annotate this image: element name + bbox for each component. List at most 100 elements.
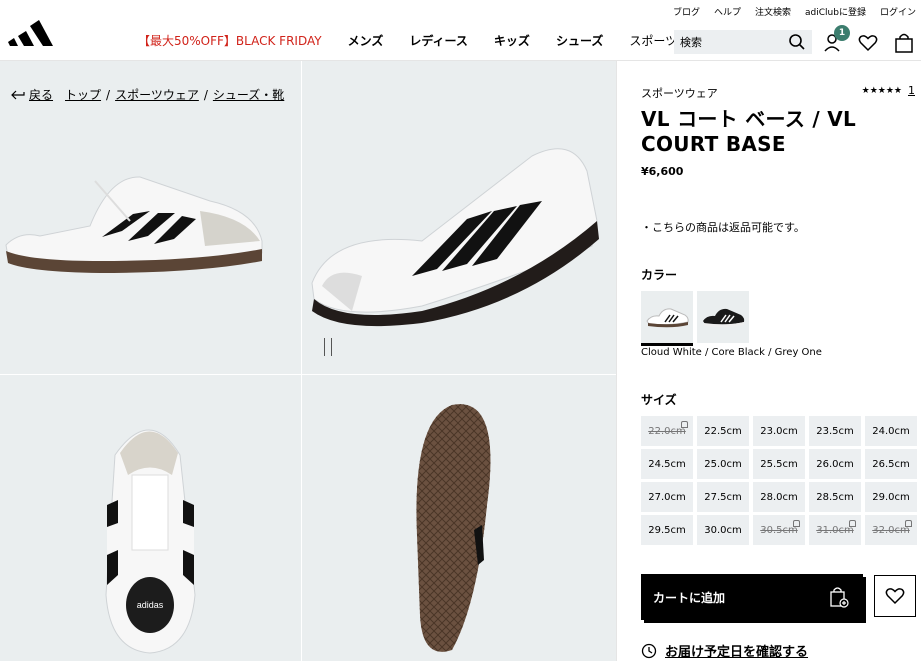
size-option-label: 26.0cm	[816, 458, 854, 470]
add-to-wishlist-button[interactable]	[874, 575, 916, 617]
size-option[interactable]: 31.0cm	[809, 515, 861, 545]
utility-links: ブログ ヘルプ 注文検索 adiClubに登録 ログイン	[673, 5, 916, 18]
nav-item-shoes[interactable]: シューズ	[556, 32, 603, 49]
nav-item-kids[interactable]: キッズ	[494, 32, 530, 49]
size-option-label: 28.5cm	[816, 491, 854, 503]
util-link-adiclub[interactable]: adiClubに登録	[805, 5, 866, 18]
size-option[interactable]: 22.0cm	[641, 416, 693, 446]
size-option[interactable]: 26.5cm	[865, 449, 917, 479]
size-option-label: 22.5cm	[704, 425, 742, 437]
back-label: 戻る	[29, 88, 54, 102]
size-option[interactable]: 29.5cm	[641, 515, 693, 545]
breadcrumb-separator: /	[106, 87, 111, 102]
size-option-label: 26.5cm	[872, 458, 910, 470]
size-option[interactable]: 22.5cm	[697, 416, 749, 446]
nav-item-ladies[interactable]: レディース	[409, 32, 468, 49]
size-option[interactable]: 30.0cm	[697, 515, 749, 545]
product-category[interactable]: スポーツウェア	[641, 85, 718, 101]
notify-icon	[793, 520, 800, 527]
size-option[interactable]: 28.5cm	[809, 482, 861, 512]
size-option-label: 29.5cm	[648, 524, 686, 536]
size-option[interactable]: 29.0cm	[865, 482, 917, 512]
notify-icon	[681, 421, 688, 428]
svg-text:adidas: adidas	[137, 600, 164, 610]
back-link[interactable]: 戻る	[10, 86, 53, 103]
shoe-side-image	[5, 176, 263, 273]
shoe-angle-image	[311, 148, 599, 327]
color-swatch-white[interactable]	[641, 291, 693, 346]
size-option[interactable]: 24.5cm	[641, 449, 693, 479]
size-label: サイズ	[641, 393, 677, 407]
color-name: Cloud White / Core Black / Grey One	[641, 347, 822, 358]
search-input[interactable]	[680, 35, 780, 49]
size-grid: 22.0cm 22.5cm 23.0cm 23.5cm 24.0cm 24.5cm 25.0…	[641, 416, 917, 545]
notify-icon	[849, 520, 856, 527]
size-option[interactable]: 24.0cm	[865, 416, 917, 446]
product-image-side[interactable]	[0, 61, 301, 374]
size-option[interactable]: 23.0cm	[753, 416, 805, 446]
size-option-label: 23.5cm	[816, 425, 854, 437]
add-to-bag-icon	[830, 587, 849, 608]
size-option-label: 27.5cm	[704, 491, 742, 503]
color-swatch-black[interactable]	[697, 291, 749, 343]
product-image-angle[interactable]	[302, 61, 616, 374]
adidas-logo-icon[interactable]	[6, 16, 54, 48]
add-to-cart-button[interactable]: カートに追加	[641, 574, 863, 620]
size-option[interactable]: 28.0cm	[753, 482, 805, 512]
size-option-label: 25.5cm	[760, 458, 798, 470]
product-image-sole[interactable]	[302, 375, 616, 661]
color-label: カラー	[641, 268, 678, 282]
size-option[interactable]: 23.5cm	[809, 416, 861, 446]
cart-count-badge: 1	[834, 25, 850, 41]
product-info-panel: スポーツウェア ★★★★★ 1 VL コート ベース / VL COURT BA…	[616, 61, 921, 661]
review-count[interactable]: 1	[908, 84, 915, 97]
return-notice: ・こちらの商品は返品可能です。	[641, 221, 805, 234]
size-option-label: 30.0cm	[704, 524, 742, 536]
size-option[interactable]: 25.0cm	[697, 449, 749, 479]
search-icon[interactable]	[788, 33, 806, 51]
size-option[interactable]: 27.0cm	[641, 482, 693, 512]
delivery-date-label: お届け予定日を確認する	[665, 645, 809, 660]
product-image-gallery: adidas	[0, 61, 616, 661]
nav-item-mens[interactable]: メンズ	[348, 32, 384, 49]
shoe-sole-image	[416, 404, 491, 652]
breadcrumb-separator: /	[203, 87, 208, 102]
black-shoe-thumbnail	[703, 308, 745, 328]
size-option[interactable]: 26.0cm	[809, 449, 861, 479]
rating-stars: ★★★★★	[861, 85, 902, 96]
shoe-top-image: adidas	[105, 429, 196, 654]
heart-icon	[885, 588, 905, 605]
product-price: ¥6,600	[641, 165, 684, 178]
breadcrumb-item-shoes[interactable]: シューズ・靴	[213, 86, 284, 103]
nav-promo-black-friday[interactable]: 【最大50%OFF】BLACK FRIDAY	[138, 32, 322, 49]
util-link-login[interactable]: ログイン	[880, 5, 916, 18]
back-arrow-icon	[11, 90, 25, 99]
breadcrumb-item-top[interactable]: トップ	[65, 86, 101, 103]
size-option-label: 24.5cm	[648, 458, 686, 470]
size-option[interactable]: 32.0cm	[865, 515, 917, 545]
delivery-date-link[interactable]: お届け予定日を確認する	[641, 641, 808, 660]
size-option[interactable]: 27.5cm	[697, 482, 749, 512]
nav-item-sports[interactable]: スポーツ	[629, 32, 677, 49]
product-image-top[interactable]: adidas	[0, 375, 301, 661]
size-option-label: 25.0cm	[704, 458, 742, 470]
clock-icon	[641, 643, 657, 658]
util-link-order-search[interactable]: 注文検索	[755, 5, 791, 18]
util-link-blog[interactable]: ブログ	[673, 5, 700, 18]
main-nav: 【最大50%OFF】BLACK FRIDAY メンズ レディース キッズ シュー…	[138, 32, 703, 49]
rating[interactable]: ★★★★★ 1	[862, 84, 915, 97]
size-option-label: 27.0cm	[648, 491, 686, 503]
util-link-help[interactable]: ヘルプ	[714, 5, 741, 18]
search-box	[674, 30, 812, 54]
breadcrumb-item-sportswear[interactable]: スポーツウェア	[115, 86, 199, 103]
add-to-cart-label: カートに追加	[653, 590, 726, 605]
size-option[interactable]: 25.5cm	[753, 449, 805, 479]
breadcrumb: 戻る トップ / スポーツウェア / シューズ・靴	[10, 86, 284, 103]
size-option[interactable]: 30.5cm	[753, 515, 805, 545]
heart-icon[interactable]	[857, 32, 879, 54]
shopping-bag-icon[interactable]	[893, 32, 915, 54]
video-pause-icon[interactable]	[322, 338, 334, 356]
product-title: VL コート ベース / VL COURT BASE	[641, 107, 857, 156]
size-option-label: 23.0cm	[760, 425, 798, 437]
white-shoe-thumbnail	[646, 308, 689, 328]
